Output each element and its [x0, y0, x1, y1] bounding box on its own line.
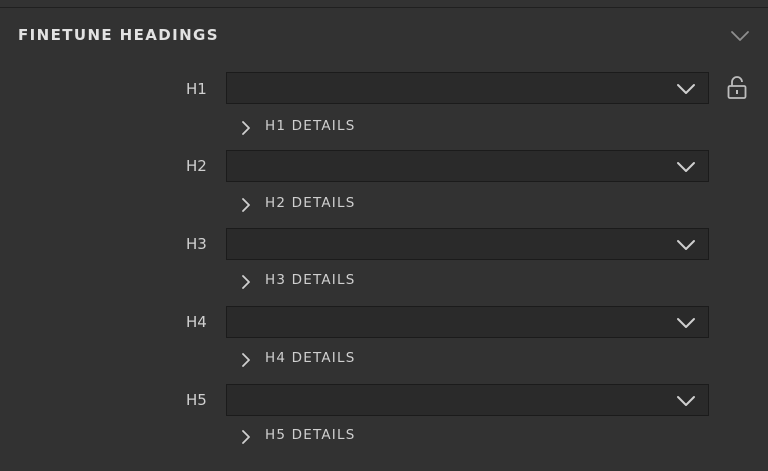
lock-icon[interactable] — [726, 75, 748, 101]
chevron-down-icon — [676, 237, 696, 251]
heading-label-h5: H5 — [186, 391, 207, 409]
chevron-down-icon — [676, 315, 696, 329]
chevron-right-icon — [240, 197, 252, 212]
select-h5[interactable] — [226, 384, 709, 416]
section-header[interactable]: FINETUNE HEADINGS — [0, 8, 768, 62]
chevron-right-icon — [240, 120, 252, 135]
chevron-down-icon[interactable] — [730, 26, 750, 46]
chevron-right-icon — [240, 274, 252, 289]
select-h4[interactable] — [226, 306, 709, 338]
details-label: H3 DETAILS — [265, 272, 356, 288]
chevron-down-icon — [676, 81, 696, 95]
details-label: H5 DETAILS — [265, 427, 356, 443]
select-h3[interactable] — [226, 228, 709, 260]
chevron-right-icon — [240, 429, 252, 444]
select-h2[interactable] — [226, 150, 709, 182]
select-h1[interactable] — [226, 72, 709, 104]
heading-label-h1: H1 — [186, 80, 207, 98]
chevron-down-icon — [676, 393, 696, 407]
heading-label-h4: H4 — [186, 313, 207, 331]
details-label: H2 DETAILS — [265, 195, 356, 211]
section-title: FINETUNE HEADINGS — [18, 26, 219, 44]
heading-label-h2: H2 — [186, 157, 207, 175]
heading-label-h3: H3 — [186, 235, 207, 253]
chevron-right-icon — [240, 352, 252, 367]
details-label: H1 DETAILS — [265, 118, 356, 134]
details-label: H4 DETAILS — [265, 350, 356, 366]
finetune-headings-panel: FINETUNE HEADINGS H1 H1 DETAILS H2 H2 DE… — [0, 0, 768, 471]
chevron-down-icon — [676, 159, 696, 173]
